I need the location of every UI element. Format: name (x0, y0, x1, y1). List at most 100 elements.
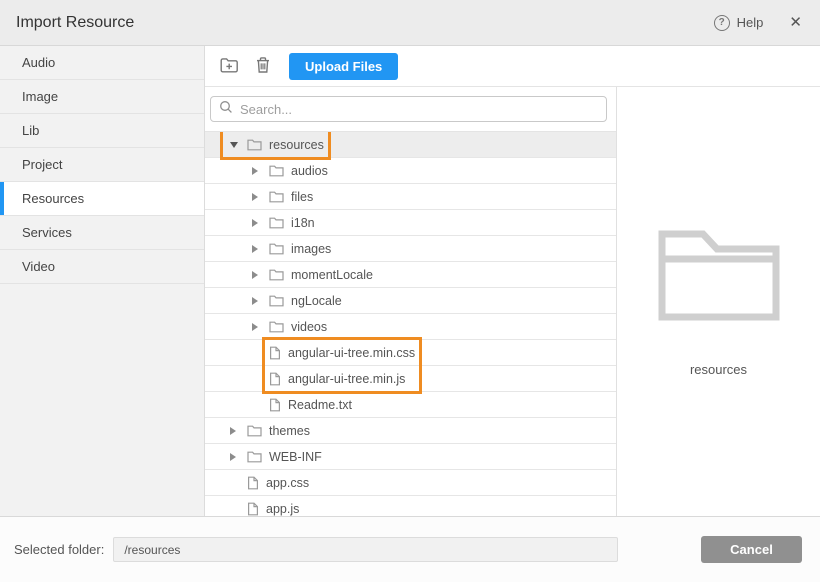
tree-row-videos[interactable]: videos (205, 314, 616, 340)
folder-icon (247, 450, 262, 463)
search-icon (219, 100, 233, 119)
caret-glyph (252, 245, 258, 253)
add-folder-icon (219, 56, 239, 77)
dialog-title: Import Resource (16, 14, 134, 32)
tree-row-i18n[interactable]: i18n (205, 210, 616, 236)
file-icon (247, 502, 259, 516)
caret-right-icon[interactable] (249, 271, 269, 279)
file-icon (269, 346, 281, 360)
content-area: Upload Files resources audios files i18n ima… (205, 46, 820, 516)
caret-glyph (230, 142, 238, 148)
tree-node-content: ngLocale (249, 288, 342, 313)
folder-icon (269, 164, 284, 177)
toolbar: Upload Files (205, 46, 820, 87)
import-resource-dialog: Import Resource ? Help ✕ Audio Image Lib Pr… (0, 0, 820, 582)
add-folder-button[interactable] (213, 52, 245, 81)
tree-node-label: videos (291, 320, 327, 334)
sidebar-item-label: Project (22, 157, 62, 172)
panels: resources audios files i18n images momentLoca… (205, 87, 820, 516)
caret-glyph (252, 323, 258, 331)
tree-node-label: audios (291, 164, 328, 178)
tree-row-resources[interactable]: resources (205, 132, 616, 158)
tree-node-label: files (291, 190, 313, 204)
caret-glyph (252, 271, 258, 279)
upload-files-button[interactable]: Upload Files (289, 53, 398, 80)
tree-row-readme-txt[interactable]: Readme.txt (205, 392, 616, 418)
tree-node-content: files (249, 184, 313, 209)
tree-node-content: angular-ui-tree.min.css (269, 340, 415, 365)
sidebar-item-resources[interactable]: Resources (0, 182, 204, 216)
tree-row-web-inf[interactable]: WEB-INF (205, 444, 616, 470)
tree-row-themes[interactable]: themes (205, 418, 616, 444)
tree-row-momentlocale[interactable]: momentLocale (205, 262, 616, 288)
selected-folder-input[interactable] (113, 537, 618, 562)
caret-glyph (252, 167, 258, 175)
search-area (205, 87, 616, 132)
caret-right-icon[interactable] (249, 297, 269, 305)
caret-glyph (252, 219, 258, 227)
tree-row-angular-ui-tree-min-css[interactable]: angular-ui-tree.min.css (205, 340, 616, 366)
tree-node-content: videos (249, 314, 327, 339)
help-icon: ? (714, 15, 730, 31)
tree-node-label: app.js (266, 502, 299, 516)
tree-node-content: audios (249, 158, 328, 183)
sidebar-item-services[interactable]: Services (0, 216, 204, 250)
tree-node-content: i18n (249, 210, 315, 235)
caret-right-icon[interactable] (227, 427, 247, 435)
tree-node-label: app.css (266, 476, 309, 490)
tree-row-app-css[interactable]: app.css (205, 470, 616, 496)
tree-node-content: Readme.txt (269, 392, 352, 417)
tree-row-nglocale[interactable]: ngLocale (205, 288, 616, 314)
sidebar-item-image[interactable]: Image (0, 80, 204, 114)
tree-node-label: i18n (291, 216, 315, 230)
tree-node-label: resources (269, 138, 324, 152)
selected-folder-label: Selected folder: (14, 542, 104, 557)
sidebar-item-video[interactable]: Video (0, 250, 204, 284)
sidebar-item-label: Services (22, 225, 72, 240)
tree-node-label: ngLocale (291, 294, 342, 308)
tree-row-files[interactable]: files (205, 184, 616, 210)
sidebar-item-project[interactable]: Project (0, 148, 204, 182)
folder-preview-icon (658, 227, 780, 326)
tree-panel: resources audios files i18n images momentLoca… (205, 87, 617, 516)
tree-node-content: themes (227, 418, 310, 443)
caret-right-icon[interactable] (249, 323, 269, 331)
caret-right-icon[interactable] (227, 453, 247, 461)
help-button[interactable]: ? Help (714, 15, 764, 31)
tree-node-label: momentLocale (291, 268, 373, 282)
help-label: Help (737, 15, 764, 30)
search-input[interactable] (240, 102, 598, 117)
tree-row-app-js[interactable]: app.js (205, 496, 616, 516)
search-box (210, 96, 607, 122)
tree-node-label: themes (269, 424, 310, 438)
tree-row-audios[interactable]: audios (205, 158, 616, 184)
tree-node-content: images (249, 236, 331, 261)
sidebar-item-label: Image (22, 89, 58, 104)
sidebar-item-label: Resources (22, 191, 84, 206)
tree-node-content: WEB-INF (227, 444, 322, 469)
close-icon[interactable]: ✕ (789, 15, 802, 30)
sidebar-item-lib[interactable]: Lib (0, 114, 204, 148)
tree-node-content: angular-ui-tree.min.js (269, 366, 405, 391)
sidebar-item-audio[interactable]: Audio (0, 46, 204, 80)
tree-node-content: momentLocale (249, 262, 373, 287)
caret-glyph (230, 427, 236, 435)
caret-right-icon[interactable] (249, 219, 269, 227)
tree-row-angular-ui-tree-min-js[interactable]: angular-ui-tree.min.js (205, 366, 616, 392)
tree-node-content: resources (227, 132, 324, 157)
caret-right-icon[interactable] (249, 193, 269, 201)
caret-right-icon[interactable] (249, 245, 269, 253)
file-icon (247, 476, 259, 490)
preview-panel: resources (617, 87, 820, 516)
header-actions: ? Help ✕ (714, 15, 802, 31)
delete-button[interactable] (249, 52, 277, 81)
tree-node-label: angular-ui-tree.min.css (288, 346, 415, 360)
caret-down-icon[interactable] (227, 142, 247, 148)
folder-icon (247, 424, 262, 437)
sidebar-item-label: Audio (22, 55, 55, 70)
caret-glyph (230, 453, 236, 461)
cancel-button[interactable]: Cancel (701, 536, 802, 563)
caret-right-icon[interactable] (249, 167, 269, 175)
tree-node-label: angular-ui-tree.min.js (288, 372, 405, 386)
tree-row-images[interactable]: images (205, 236, 616, 262)
